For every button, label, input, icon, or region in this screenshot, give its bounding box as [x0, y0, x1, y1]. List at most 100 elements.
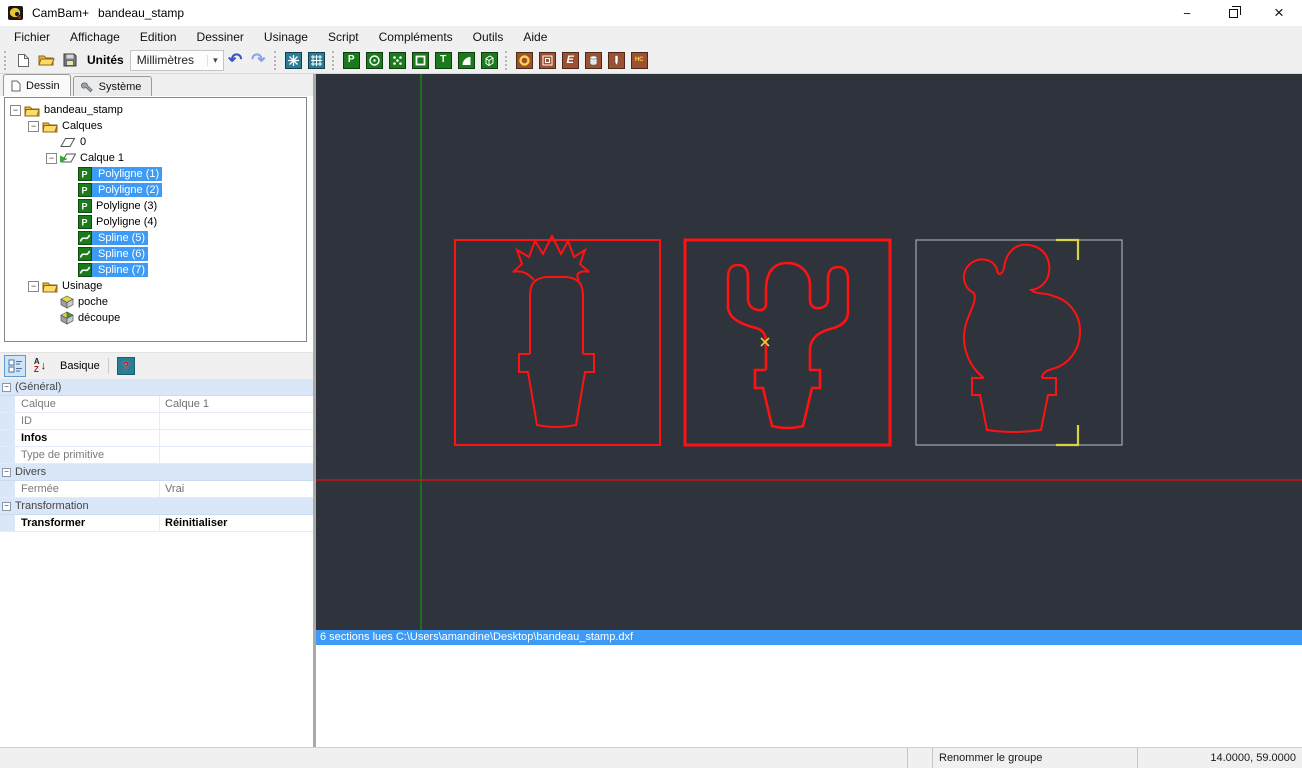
redo-button[interactable]: ↷ — [248, 50, 269, 71]
cactus-3-group[interactable] — [915, 238, 1123, 447]
status-bar: Renommer le groupe 14.0000, 59.0000 — [0, 747, 1302, 768]
svg-text:P: P — [82, 218, 88, 228]
mop-3dprofile-button[interactable] — [606, 50, 627, 71]
tree-item-label: Spline (5) — [98, 232, 146, 244]
help-icon: ? — [122, 359, 130, 373]
tree-item-polyligne-2[interactable]: P Polyligne (2) — [5, 182, 306, 198]
tab-systeme-label: Système — [98, 80, 142, 93]
selection-corner-marks — [1056, 238, 1080, 447]
expander-icon[interactable]: − — [46, 152, 57, 164]
close-icon: × — [1274, 3, 1284, 22]
tree-item-spline-5[interactable]: Spline (5) — [5, 230, 306, 246]
polyline-icon: P — [78, 183, 92, 197]
mop-pocket-button[interactable] — [514, 50, 535, 71]
property-value[interactable]: Réinitialiser — [160, 515, 313, 531]
menu-affichage[interactable]: Affichage — [60, 28, 130, 46]
snap-points-icon — [284, 51, 302, 69]
property-row-fermee: Fermée Vrai — [0, 481, 313, 498]
expander-icon[interactable]: − — [28, 280, 39, 292]
tree-item-spline-6[interactable]: Spline (6) — [5, 246, 306, 262]
save-button[interactable] — [59, 50, 80, 71]
sort-alpha-button[interactable]: A Z ↓ — [29, 355, 51, 377]
tree-item-layer-0[interactable]: 0 — [5, 134, 306, 150]
undo-button[interactable]: ↶ — [225, 50, 246, 71]
new-file-button[interactable] — [13, 50, 34, 71]
minimize-button[interactable]: − — [1164, 0, 1210, 26]
property-label: Transformer — [15, 515, 160, 531]
menu-aide[interactable]: Aide — [513, 28, 557, 46]
draw-text-button[interactable]: T — [433, 50, 454, 71]
tab-systeme[interactable]: Système — [72, 76, 153, 96]
menu-fichier[interactable]: Fichier — [4, 28, 60, 46]
menu-usinage[interactable]: Usinage — [254, 28, 318, 46]
title-bar: CamBam+ bandeau_stamp − × — [0, 0, 1302, 26]
help-button[interactable]: ? — [116, 357, 135, 375]
snap-grid-button[interactable] — [306, 50, 327, 71]
drawing-canvas[interactable] — [316, 74, 1302, 630]
redo-icon: ↷ — [251, 50, 266, 69]
property-label: Calque — [15, 396, 160, 412]
property-value[interactable] — [160, 447, 313, 463]
tree-item-polyligne-1[interactable]: P Polyligne (1) — [5, 166, 306, 182]
expander-icon[interactable]: − — [10, 104, 21, 116]
sort-alpha-icon: A Z ↓ — [33, 357, 47, 374]
property-value[interactable] — [160, 413, 313, 429]
menu-dessiner[interactable]: Dessiner — [187, 28, 254, 46]
tree-item-root[interactable]: − bandeau_stamp — [5, 102, 306, 118]
draw-surface-button[interactable] — [479, 50, 500, 71]
tree-item-calque-1[interactable]: − Calque 1 — [5, 150, 306, 166]
menu-complements[interactable]: Compléments — [369, 28, 463, 46]
restore-button[interactable] — [1210, 0, 1256, 26]
open-file-button[interactable] — [36, 50, 57, 71]
property-category-divers[interactable]: − Divers — [0, 464, 313, 481]
square-3-outline — [915, 239, 1123, 446]
tree-item-polyligne-3[interactable]: P Polyligne (3) — [5, 198, 306, 214]
mop-heightcut-icon: HC — [630, 51, 648, 69]
statusbar-action-text: Renommer le groupe — [939, 752, 1043, 764]
collapse-icon[interactable]: − — [2, 467, 11, 477]
menu-script[interactable]: Script — [318, 28, 369, 46]
draw-circle-button[interactable] — [364, 50, 385, 71]
toolbar-grip — [273, 50, 279, 70]
categorized-view-button[interactable] — [4, 355, 26, 377]
cactus-1-group[interactable] — [454, 233, 661, 446]
tab-dessin-label: Dessin — [26, 79, 60, 92]
collapse-icon[interactable]: − — [2, 501, 11, 511]
draw-arc-button[interactable] — [456, 50, 477, 71]
property-category-transformation[interactable]: − Transformation — [0, 498, 313, 515]
close-button[interactable]: × — [1256, 0, 1302, 26]
draw-points-button[interactable] — [387, 50, 408, 71]
mop-heightcut-button[interactable]: HC — [629, 50, 650, 71]
menu-edition[interactable]: Edition — [130, 28, 187, 46]
folder-icon — [24, 104, 40, 117]
tree-item-label: Calque 1 — [80, 152, 125, 164]
snap-points-button[interactable] — [283, 50, 304, 71]
tree-item-calques[interactable]: − Calques — [5, 118, 306, 134]
property-value[interactable]: Vrai — [160, 481, 313, 497]
property-label: ID — [15, 413, 160, 429]
property-value[interactable]: Calque 1 — [160, 396, 313, 412]
category-label: (Général) — [15, 381, 62, 393]
property-value[interactable] — [160, 430, 313, 446]
menu-outils[interactable]: Outils — [463, 28, 514, 46]
collapse-icon[interactable]: − — [2, 382, 11, 392]
statusbar-coordinates: 14.0000, 59.0000 — [1138, 748, 1302, 768]
tab-dessin[interactable]: Dessin — [3, 74, 71, 96]
tree-item-usinage[interactable]: − Usinage — [5, 278, 306, 294]
tree-item-poche[interactable]: poche — [5, 294, 306, 310]
property-row-infos: Infos — [0, 430, 313, 447]
draw-polyline-button[interactable]: P — [341, 50, 362, 71]
property-row-type: Type de primitive — [0, 447, 313, 464]
mop-drill-button[interactable] — [583, 50, 604, 71]
property-category-general[interactable]: − (Général) — [0, 379, 313, 396]
tree-item-polyligne-4[interactable]: P Polyligne (4) — [5, 214, 306, 230]
tree-item-decoupe[interactable]: découpe — [5, 310, 306, 326]
cactus-2-group[interactable] — [683, 238, 892, 447]
units-dropdown[interactable]: Millimètres ▾ — [129, 49, 224, 71]
mop-engrave-button[interactable]: E — [560, 50, 581, 71]
mop-profile-button[interactable] — [537, 50, 558, 71]
layer-icon — [60, 137, 76, 148]
tree-item-spline-7[interactable]: Spline (7) — [5, 262, 306, 278]
draw-rectangle-button[interactable] — [410, 50, 431, 71]
expander-icon[interactable]: − — [28, 120, 39, 132]
